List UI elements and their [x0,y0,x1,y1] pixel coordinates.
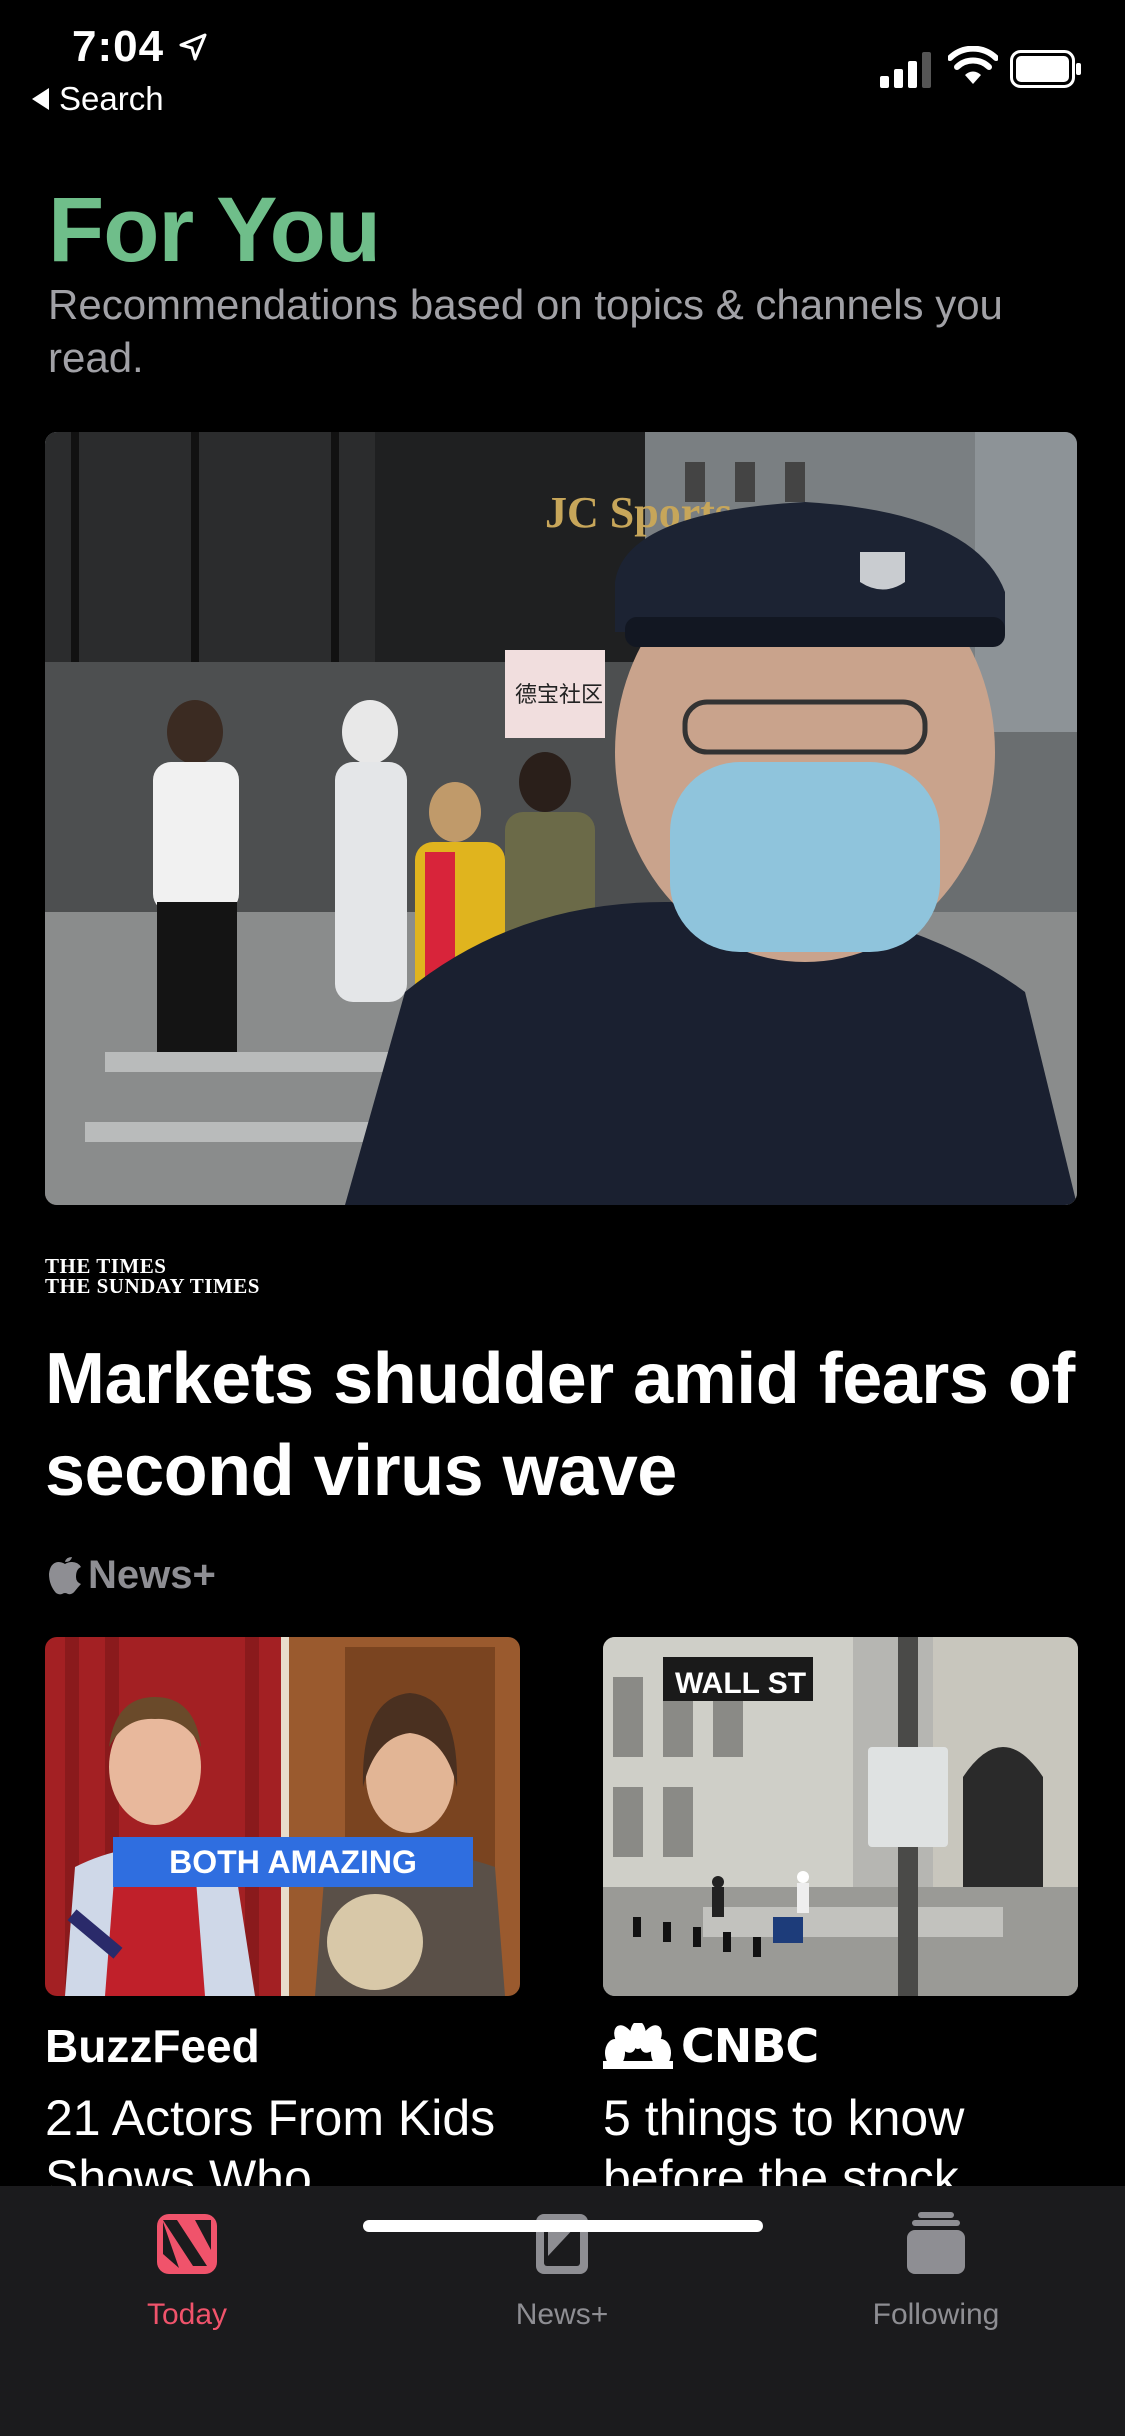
battery-icon [1010,50,1081,88]
following-icon [907,2212,965,2274]
wifi-icon [948,46,998,84]
hero-article-image[interactable]: JC Sports 德宝社区 [45,432,1077,1205]
tab-following[interactable]: Following [826,2210,1046,2332]
hero-photo-illustration: JC Sports 德宝社区 [45,432,1077,1205]
news-logo-icon [157,2214,217,2274]
page-subtitle: Recommendations based on topics & channe… [48,281,1003,381]
page-title: For You [48,179,381,281]
publisher-logo-times: THE TIMES THE SUNDAY TIMES [45,1254,260,1298]
article-card-cnbc[interactable]: WALL ST CNBC 5 things to know before the… [603,1637,1078,2208]
street-sign-text: WALL ST [675,1667,806,1700]
news-plus-label: News+ [88,1553,216,1597]
tab-today[interactable]: Today [77,2210,297,2332]
buzzfeed-article-image: BOTH AMAZING [45,1637,520,1996]
publisher-cnbc-label: CNBC [681,2019,819,2073]
cellular-signal-icon [880,52,931,88]
news-plus-badge: News+ [48,1553,216,1598]
nbc-peacock-icon [603,2023,673,2069]
location-arrow-icon [179,33,207,61]
publisher-buzzfeed: BuzzFeed [45,2020,260,2072]
cnbc-article-image: WALL ST [603,1637,1078,1996]
hero-headline[interactable]: Markets shudder amid fears of second vir… [45,1333,1085,1517]
tab-following-label: Following [872,2298,1000,2331]
home-indicator[interactable] [363,2220,763,2232]
status-bar: 7:04 Search [0,0,1125,130]
buzzfeed-photo-illustration: BOTH AMAZING [45,1637,520,1996]
tab-today-label: Today [146,2298,228,2331]
article-card-buzzfeed[interactable]: BOTH AMAZING BuzzFeed 21 Actors From Kid… [45,1637,520,2208]
cnbc-photo-illustration: WALL ST [603,1637,1078,1996]
publisher-line-1: THE TIMES [45,1254,167,1278]
publisher-line-2: THE SUNDAY TIMES [45,1274,260,1298]
tab-news-plus-label: News+ [515,2298,609,2331]
back-arrow-icon [32,88,49,110]
protest-sign-text: 德宝社区 [515,683,603,708]
publisher-cnbc: CNBC [603,2018,1078,2074]
back-to-search-link[interactable]: Search [32,80,164,118]
status-time: 7:04 [72,22,165,71]
back-label: Search [59,80,164,117]
apple-logo-icon [49,1556,81,1594]
image-caption: BOTH AMAZING [169,1844,417,1880]
